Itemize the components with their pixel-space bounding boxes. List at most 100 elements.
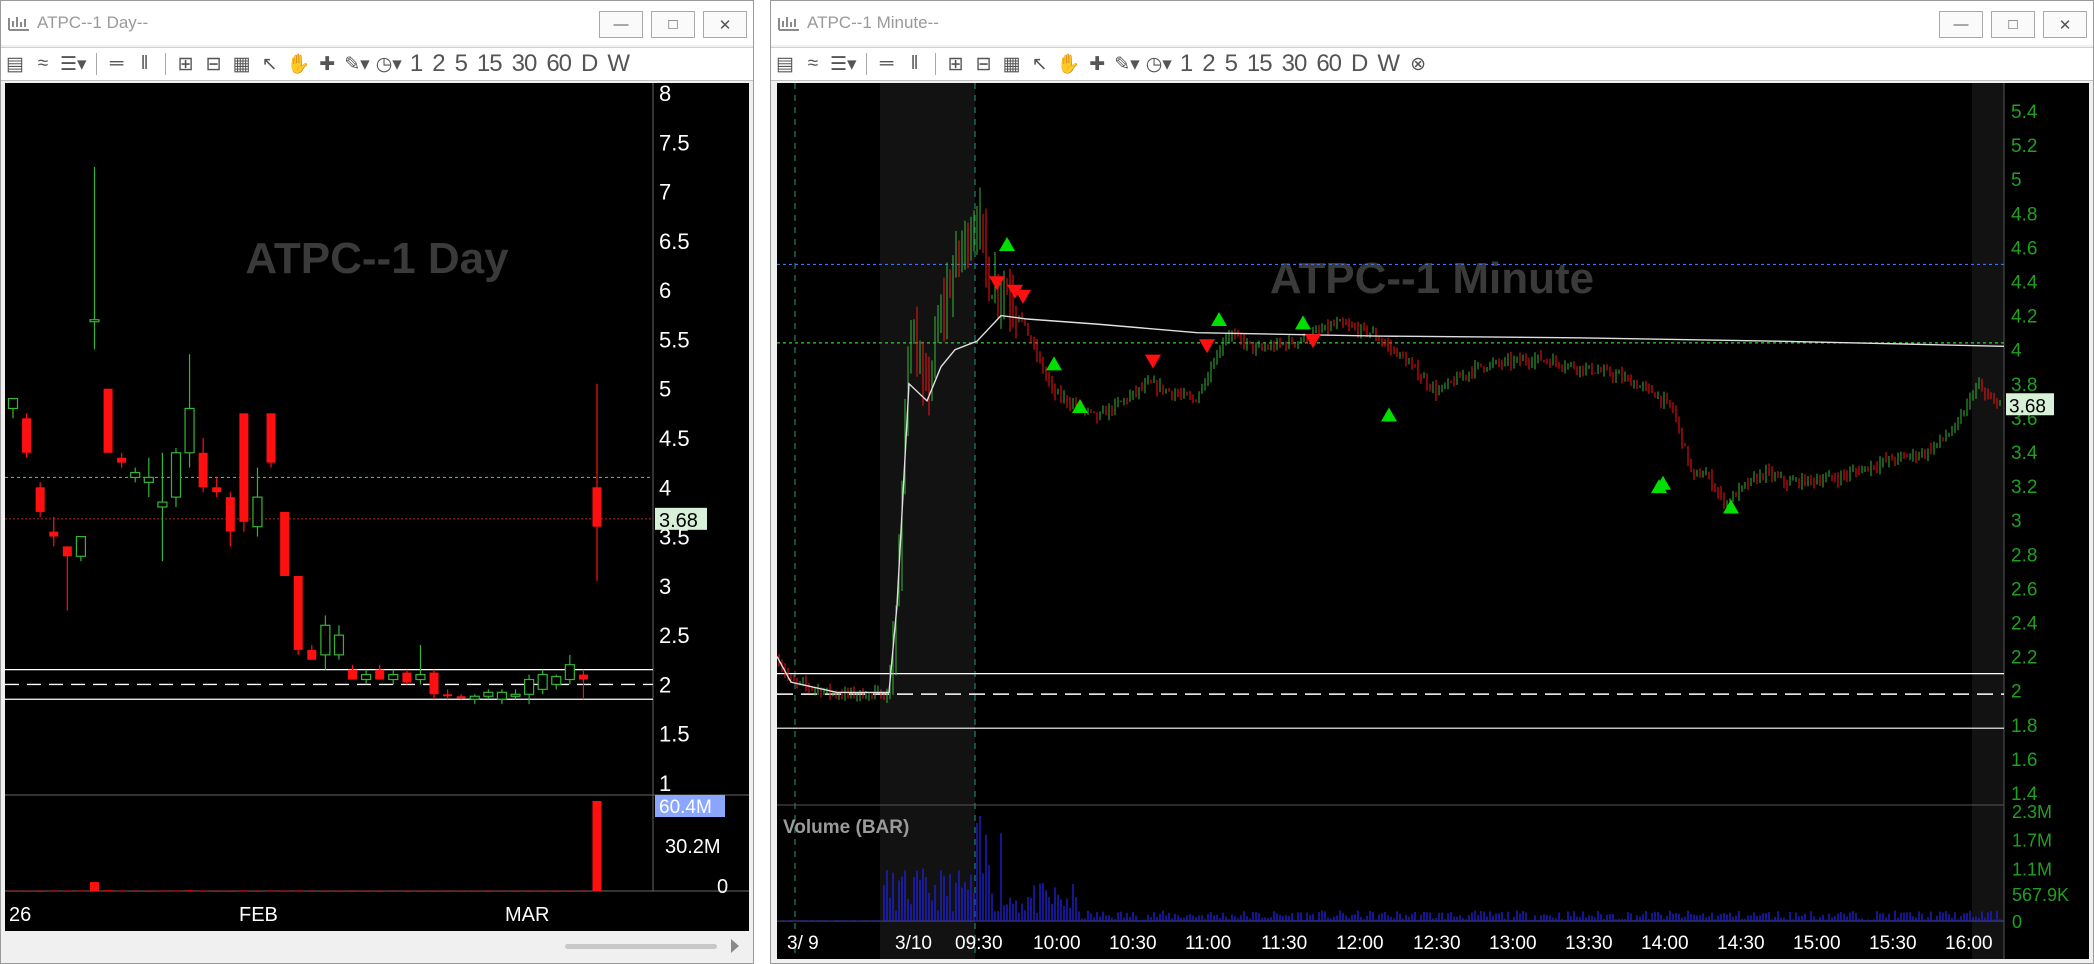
volume-bar (429, 890, 439, 892)
cancel-circle-icon[interactable]: ⊗ (1407, 53, 1429, 76)
minimize-button[interactable]: — (599, 11, 643, 38)
time-axis-label: 13:30 (1565, 933, 1613, 954)
afterhours-shading (1972, 83, 2004, 959)
clock-icon[interactable]: ◷▾ (1146, 53, 1172, 76)
studies-dropdown-icon[interactable]: ☰▾ (830, 53, 857, 76)
candle-up (523, 678, 535, 695)
minute-chart-canvas[interactable]: ATPC--1 Minute 5.4 5.2 5 4.8 4.6 4.4 4.2 4 3.8 3.6… (776, 83, 2089, 959)
crosshair-icon[interactable]: ✚ (1086, 53, 1108, 76)
vertical-split-icon[interactable]: ‖ (134, 53, 156, 75)
vertical-split-icon[interactable]: ‖ (904, 53, 926, 75)
price-tick-label: 4 (2011, 341, 2022, 362)
price-tick-label: 2 (659, 672, 671, 697)
interval-1[interactable]: 1 (410, 50, 423, 78)
volume-bar (538, 890, 548, 892)
line-style-icon[interactable]: ≈ (32, 53, 54, 75)
price-tick-label: 3.4 (2011, 443, 2038, 464)
candle-up (469, 695, 480, 700)
interval-1[interactable]: 1 (1180, 50, 1193, 78)
chart-watermark: ATPC--1 Day (245, 234, 509, 283)
day-window-titlebar[interactable]: ATPC--1 Day-- — □ ✕ (1, 1, 753, 45)
close-button[interactable]: ✕ (2043, 11, 2087, 38)
line-style-icon[interactable]: ≈ (802, 53, 824, 75)
scrollbar-thumb[interactable] (565, 944, 717, 949)
date-axis-label: FEB (239, 904, 278, 926)
minute-window-titlebar[interactable]: ATPC--1 Minute-- — □ ✕ (771, 1, 2093, 45)
candle-up (483, 691, 494, 697)
zoom-out-icon[interactable]: ⊟ (973, 53, 995, 76)
hand-pan-icon[interactable]: ✋ (287, 52, 311, 76)
volume-bar (578, 890, 588, 892)
buy-signal-icon (999, 236, 1015, 251)
candle-up (333, 634, 345, 656)
horizontal-split-icon[interactable]: ═ (106, 53, 128, 75)
candle-down (117, 457, 127, 463)
chart-type-icon[interactable]: ▤ (774, 53, 796, 76)
pointer-icon[interactable]: ↖ (1029, 53, 1051, 76)
maximize-button[interactable]: □ (1991, 11, 2035, 38)
buy-signal-icon (1381, 407, 1397, 422)
interval-2[interactable]: 2 (432, 50, 445, 78)
time-axis-label: 3/10 (895, 933, 932, 954)
interval-5[interactable]: 5 (455, 50, 468, 78)
volume-bar (76, 890, 86, 892)
volume-bar (551, 890, 561, 892)
interval-30[interactable]: 30 (1282, 50, 1308, 78)
interval-week[interactable]: W (607, 50, 630, 78)
interval-5[interactable]: 5 (1225, 50, 1238, 78)
day-chart-canvas[interactable]: ATPC--1 Day 8 7.5 7 6.5 6 5.5 5 4.5 4 3.5 3 2.5 2 1.5 1… (5, 81, 749, 931)
draw-pen-icon[interactable]: ✎▾ (1114, 53, 1139, 76)
date-axis-label: 26 (9, 904, 31, 926)
chart-type-icon[interactable]: ▤ (4, 53, 26, 76)
price-tick-label: 6.5 (659, 229, 690, 254)
candle-down (22, 418, 32, 453)
pointer-icon[interactable]: ↖ (259, 53, 281, 76)
interval-day[interactable]: D (581, 50, 598, 78)
interval-60[interactable]: 60 (1316, 50, 1342, 78)
day-chart-svg[interactable]: ATPC--1 Day87.576.565.554.543.532.521.51… (5, 81, 749, 931)
studies-dropdown-icon[interactable]: ☰▾ (60, 53, 87, 76)
draw-pen-icon[interactable]: ✎▾ (344, 53, 369, 76)
volume-bar (375, 890, 385, 892)
scroll-right-icon[interactable] (731, 939, 739, 953)
interval-day[interactable]: D (1351, 50, 1368, 78)
zoom-fit-icon[interactable]: ▦ (231, 53, 253, 76)
interval-2[interactable]: 2 (1202, 50, 1215, 78)
horizontal-split-icon[interactable]: ═ (876, 53, 898, 75)
price-tick-label: 4.2 (2011, 307, 2037, 328)
sell-signal-icon (989, 276, 1005, 291)
candle-up (170, 452, 182, 498)
price-tick-label: 5 (659, 377, 671, 402)
hand-pan-icon[interactable]: ✋ (1057, 52, 1081, 76)
interval-60[interactable]: 60 (546, 50, 572, 78)
close-button[interactable]: ✕ (703, 11, 747, 38)
price-tick-label: 6 (659, 278, 671, 303)
price-tick-label: 5.5 (659, 327, 690, 352)
interval-15[interactable]: 15 (477, 50, 503, 78)
volume-bar (402, 890, 412, 892)
interval-15[interactable]: 15 (1247, 50, 1273, 78)
candle-down (239, 413, 249, 522)
zoom-in-icon[interactable]: ⊞ (945, 53, 967, 76)
volume-bar (266, 890, 276, 892)
minute-chart-svg[interactable]: ATPC--1 Minute 5.4 5.2 5 4.8 4.6 4.4 4.2 4 3.83.6… (776, 83, 2089, 959)
volume-bar (511, 890, 521, 892)
minimize-button[interactable]: — (1939, 11, 1983, 38)
zoom-fit-icon[interactable]: ▦ (1001, 53, 1023, 76)
crosshair-icon[interactable]: ✚ (316, 53, 338, 76)
zoom-out-icon[interactable]: ⊟ (203, 53, 225, 76)
interval-week[interactable]: W (1377, 50, 1400, 78)
maximize-button[interactable]: □ (651, 11, 695, 38)
zoom-in-icon[interactable]: ⊞ (175, 53, 197, 76)
candle-down (49, 531, 59, 537)
clock-icon[interactable]: ◷▾ (376, 53, 402, 76)
interval-30[interactable]: 30 (512, 50, 538, 78)
day-chart-scrollbar[interactable] (5, 933, 749, 961)
price-tick-label: 4.4 (2011, 273, 2038, 294)
volume-tick-label: 30.2M (665, 836, 721, 858)
price-tick-label: 3 (2011, 511, 2022, 532)
volume-bar (185, 890, 195, 892)
toolbar-separator (164, 53, 166, 75)
candle-up (551, 675, 562, 686)
price-tick-label: 1 (659, 771, 671, 796)
